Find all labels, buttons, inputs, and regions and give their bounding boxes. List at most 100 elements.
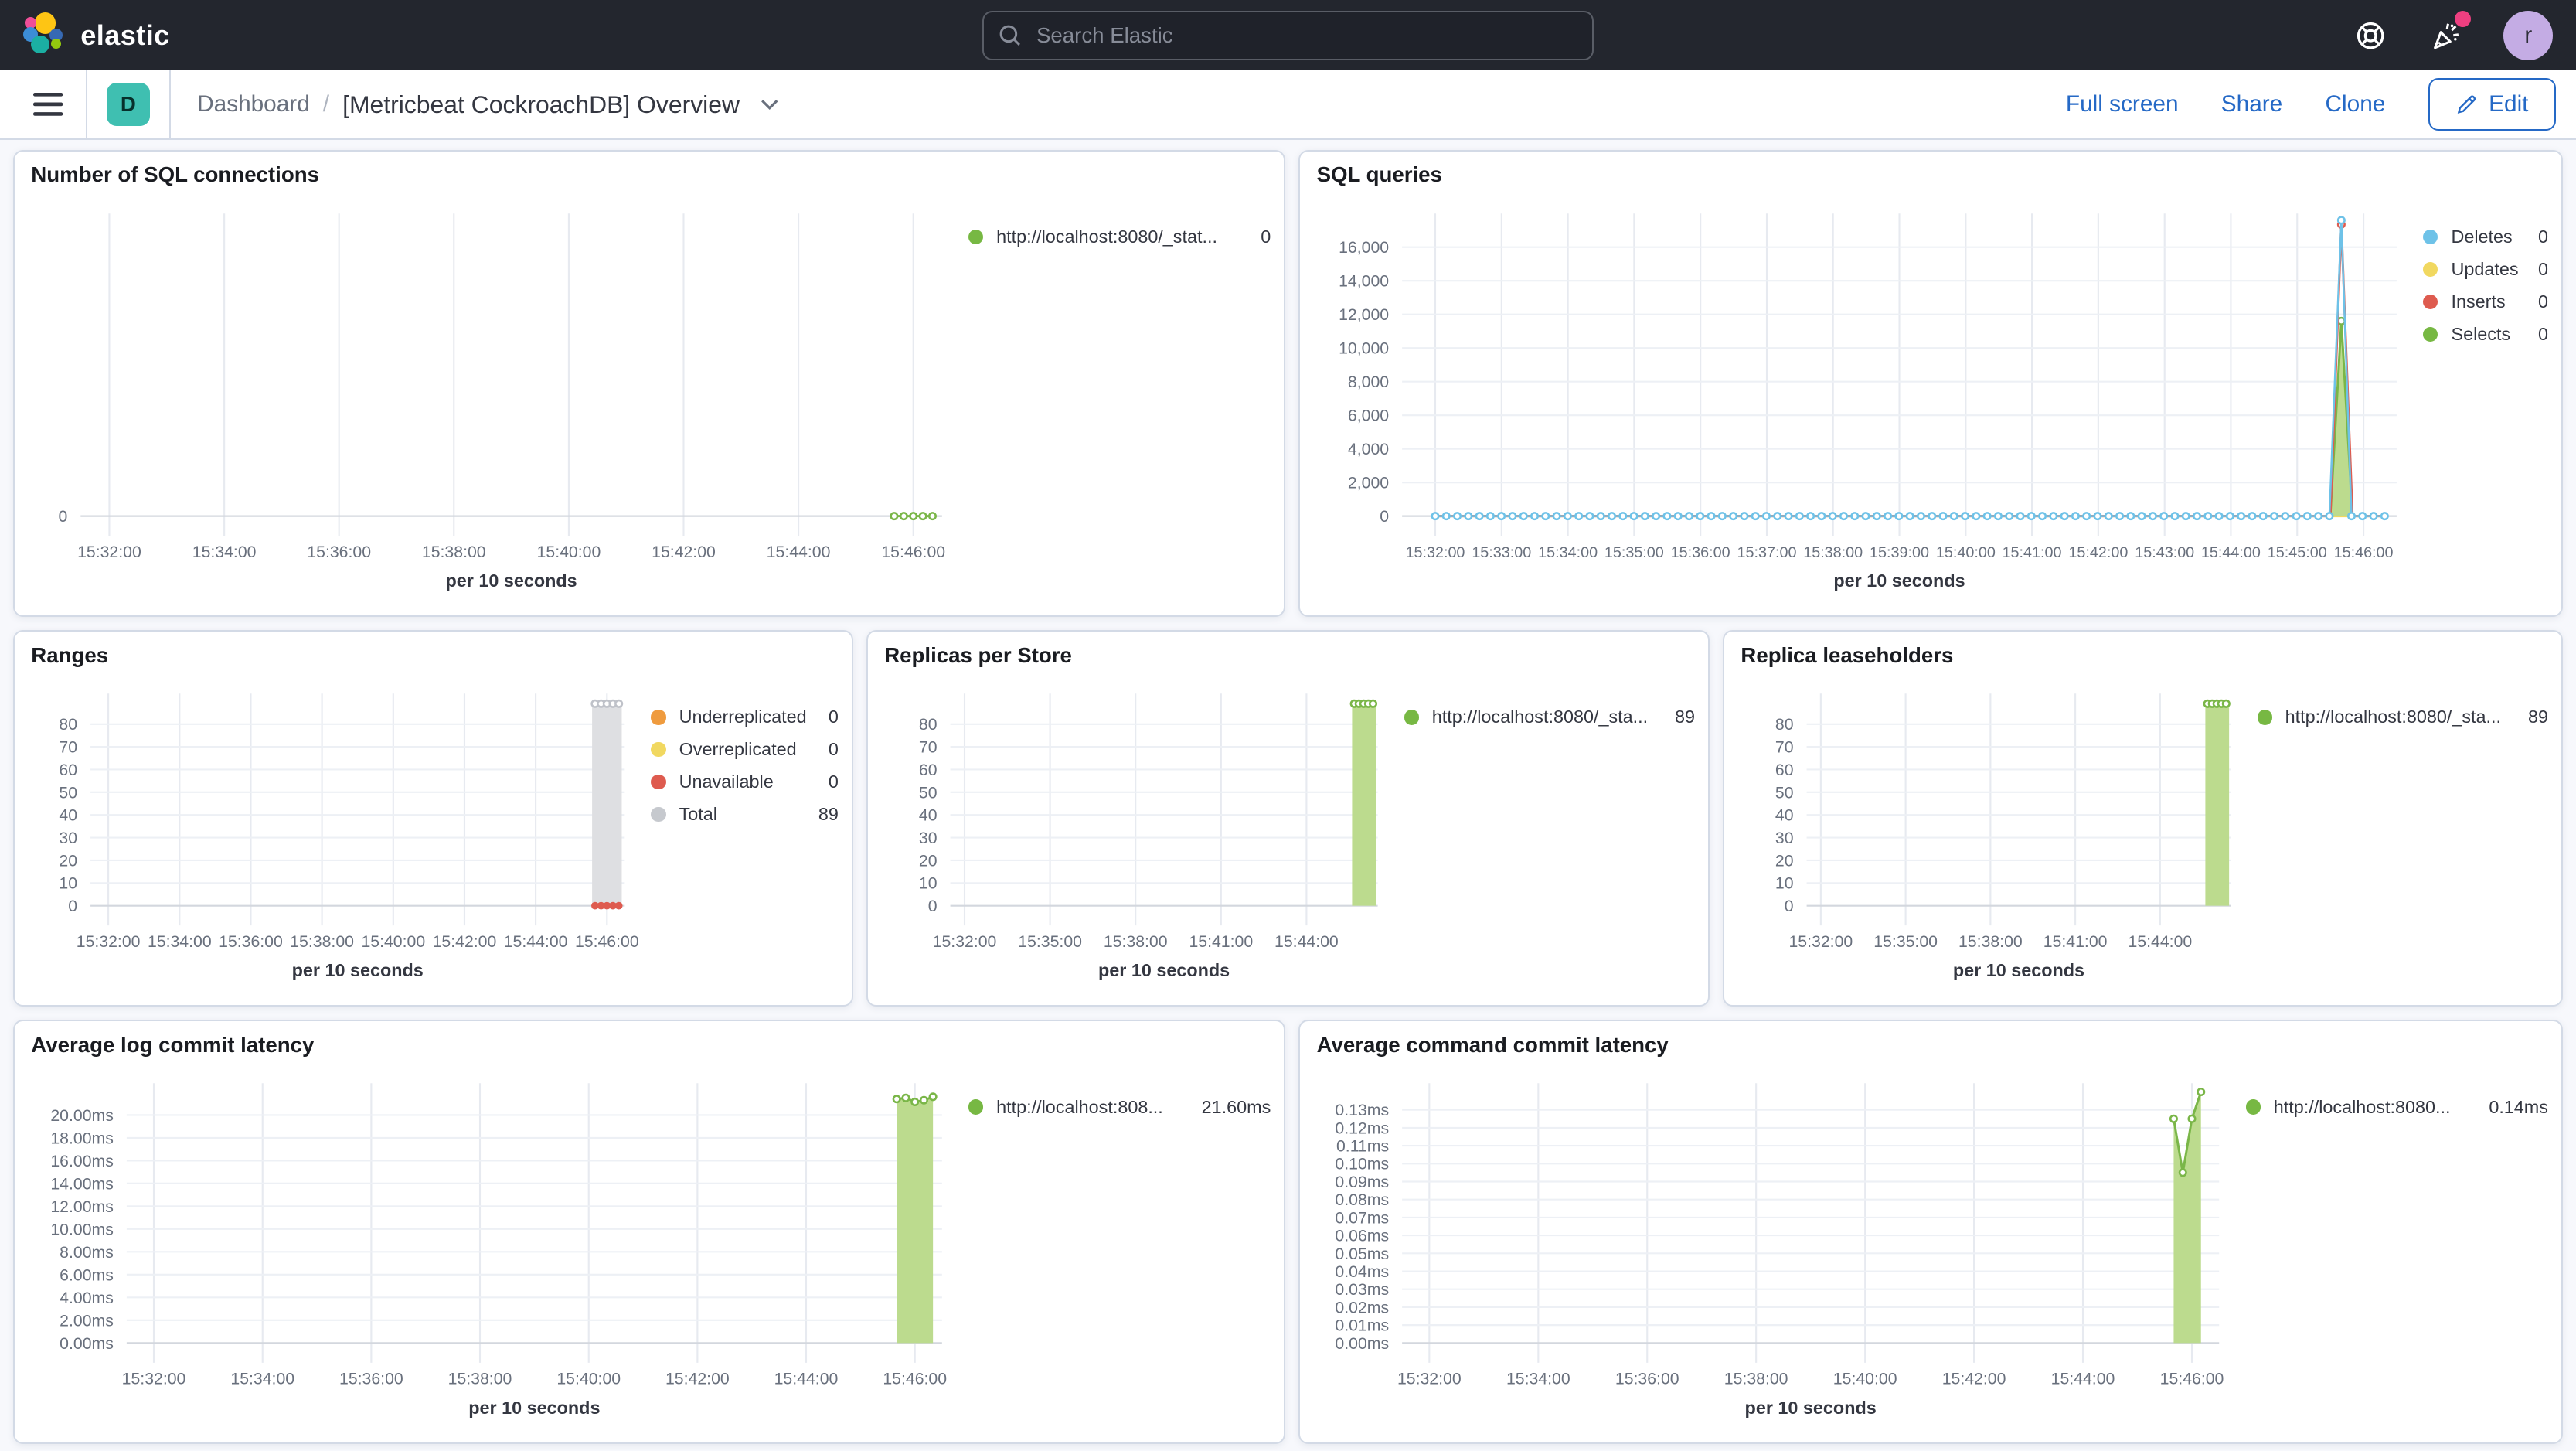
chart-canvas[interactable]: 0.00ms 0.01ms 0.02ms 0.03ms 0.04ms 0.05ms 0.06… [1310, 1067, 2233, 1436]
legend-label: http://localhost:8080/_stat... [996, 227, 1217, 247]
svg-text:15:44:00: 15:44:00 [774, 1370, 838, 1388]
svg-text:per 10 seconds: per 10 seconds [1953, 960, 2084, 980]
svg-text:30: 30 [59, 829, 77, 847]
breadcrumb-dashboard[interactable]: Dashboard [197, 91, 310, 118]
svg-text:15:44:00: 15:44:00 [766, 543, 830, 561]
svg-text:14.00ms: 14.00ms [50, 1175, 114, 1194]
legend-item[interactable]: Updates 0 [2423, 259, 2548, 280]
svg-text:0.08ms: 0.08ms [1335, 1190, 1389, 1209]
svg-text:0.05ms: 0.05ms [1335, 1245, 1389, 1263]
chart-canvas[interactable]: 0 10 20 30 40 50 60 70 80 15:32:00 15:35:00 15:38:0… [878, 677, 1391, 998]
svg-text:15:46:00: 15:46:00 [575, 932, 638, 951]
svg-text:15:36:00: 15:36:00 [1615, 1370, 1679, 1388]
legend-color-dot [651, 742, 666, 758]
svg-text:50: 50 [1775, 783, 1794, 802]
svg-text:15:38:00: 15:38:00 [1724, 1370, 1788, 1388]
legend-item[interactable]: Inserts 0 [2423, 291, 2548, 312]
news-button[interactable] [2428, 10, 2471, 53]
svg-text:15:36:00: 15:36:00 [339, 1370, 403, 1388]
legend-value: 0 [828, 771, 839, 792]
svg-text:0.03ms: 0.03ms [1335, 1280, 1389, 1299]
panel-title: Average command commit latency [1316, 1032, 1669, 1057]
notification-dot [2454, 10, 2471, 28]
title-chevron-button[interactable] [760, 98, 780, 111]
svg-text:per 10 seconds: per 10 seconds [1833, 571, 1965, 591]
legend-item[interactable]: http://localhost:808... 21.60ms [968, 1097, 1271, 1118]
svg-text:15:36:00: 15:36:00 [307, 543, 371, 561]
panel-replica-leaseholders: Replica leaseholders 0 10 20 30 40 50 60 70 80 15… [1723, 629, 2563, 1007]
chart-canvas[interactable]: 0 2,000 4,000 6,000 8,000 10,000 12,000 14,000 1… [1310, 197, 2410, 608]
svg-text:15:46:00: 15:46:00 [2160, 1370, 2224, 1388]
svg-text:0.12ms: 0.12ms [1335, 1119, 1389, 1138]
svg-text:15:34:00: 15:34:00 [230, 1370, 294, 1388]
chart-canvas[interactable]: 0 10 20 30 40 50 60 70 80 15:32:00 15:35:00 15:38:0… [1734, 677, 2244, 998]
legend-item[interactable]: Unavailable 0 [651, 771, 839, 792]
legend-color-dot [2423, 295, 2438, 310]
svg-text:16.00ms: 16.00ms [50, 1152, 114, 1170]
chart-canvas[interactable]: 0 10 20 30 40 50 60 70 80 15:32:00 15:34:00 15:36:0… [25, 677, 638, 998]
legend-item[interactable]: Deletes 0 [2423, 227, 2548, 247]
global-header: elastic Search Elastic r [0, 0, 2576, 71]
toolbar-divider [85, 70, 87, 139]
legend-item[interactable]: http://localhost:8080/_sta... 89 [1404, 707, 1695, 727]
svg-text:15:40:00: 15:40:00 [361, 932, 425, 951]
space-badge[interactable]: D [107, 83, 150, 126]
breadcrumb-separator: / [322, 91, 330, 118]
legend-item[interactable]: http://localhost:8080... 0.14ms [2245, 1096, 2548, 1118]
svg-text:50: 50 [919, 783, 938, 802]
legend-label: http://localhost:8080... [2273, 1096, 2451, 1117]
svg-text:30: 30 [919, 829, 938, 847]
legend-item[interactable]: Underreplicated 0 [651, 707, 839, 727]
svg-text:15:37:00: 15:37:00 [1737, 544, 1797, 561]
svg-text:15:40:00: 15:40:00 [1936, 544, 1996, 561]
svg-text:20.00ms: 20.00ms [50, 1106, 114, 1125]
clone-button[interactable]: Clone [2326, 91, 2386, 118]
svg-text:15:32:00: 15:32:00 [1397, 1370, 1462, 1388]
search-icon [997, 22, 1023, 49]
legend-value: 89 [2527, 707, 2548, 727]
svg-text:10: 10 [59, 874, 77, 893]
edit-button[interactable]: Edit [2428, 78, 2557, 131]
svg-text:per 10 seconds: per 10 seconds [445, 571, 577, 591]
help-button[interactable] [2353, 17, 2389, 53]
user-avatar[interactable]: r [2503, 10, 2554, 60]
legend-item[interactable]: Overreplicated 0 [651, 739, 839, 760]
svg-text:15:41:00: 15:41:00 [1189, 932, 1253, 951]
svg-text:15:44:00: 15:44:00 [1274, 932, 1339, 951]
svg-text:8,000: 8,000 [1348, 373, 1389, 391]
page-title: [Metricbeat CockroachDB] Overview [342, 90, 740, 118]
legend-value: 21.60ms [1201, 1096, 1271, 1117]
legend-label: Selects [2451, 324, 2511, 344]
full-screen-button[interactable]: Full screen [2066, 91, 2179, 118]
hamburger-icon [32, 93, 63, 116]
svg-text:15:34:00: 15:34:00 [192, 543, 257, 561]
toolbar-divider [169, 70, 172, 139]
elastic-logo-icon[interactable] [22, 12, 66, 56]
svg-text:10,000: 10,000 [1339, 339, 1389, 358]
chart-legend: http://localhost:8080/_sta... 89 [1404, 707, 1695, 739]
chart-legend: http://localhost:8080/_sta... 89 [2257, 707, 2548, 739]
svg-text:15:44:00: 15:44:00 [504, 932, 568, 951]
svg-text:15:46:00: 15:46:00 [2334, 544, 2394, 561]
svg-text:15:45:00: 15:45:00 [2268, 544, 2327, 561]
svg-text:15:42:00: 15:42:00 [652, 543, 716, 561]
legend-value: 89 [818, 804, 839, 825]
svg-text:15:44:00: 15:44:00 [2128, 932, 2192, 951]
legend-item[interactable]: Selects 0 [2423, 324, 2548, 345]
chart-canvas[interactable]: 0 15:32:00 15:34:00 15:36:00 15:38:00 15:40:0… [25, 197, 955, 608]
legend-item[interactable]: http://localhost:8080/_sta... 89 [2257, 707, 2548, 727]
panel-title: Replicas per Store [884, 642, 1072, 667]
svg-text:per 10 seconds: per 10 seconds [1745, 1398, 1877, 1418]
panel-sql-queries: SQL queries 0 2,000 4,000 6,000 8,000 10,000 1… [1298, 149, 2563, 617]
legend-item[interactable]: Total 89 [651, 804, 839, 825]
legend-color-dot [2423, 326, 2438, 342]
menu-button[interactable] [20, 77, 76, 132]
legend-item[interactable]: http://localhost:8080/_stat... 0 [968, 227, 1271, 247]
legend-value: 0 [2537, 227, 2548, 247]
chart-canvas[interactable]: 0.00ms 2.00ms 4.00ms 6.00ms 8.00ms 10.00ms 12.… [25, 1067, 955, 1436]
share-button[interactable]: Share [2221, 91, 2282, 118]
search-input[interactable] [982, 10, 1594, 60]
pencil-icon [2457, 95, 2476, 114]
legend-color-dot [968, 1099, 984, 1115]
svg-text:60: 60 [59, 761, 77, 779]
